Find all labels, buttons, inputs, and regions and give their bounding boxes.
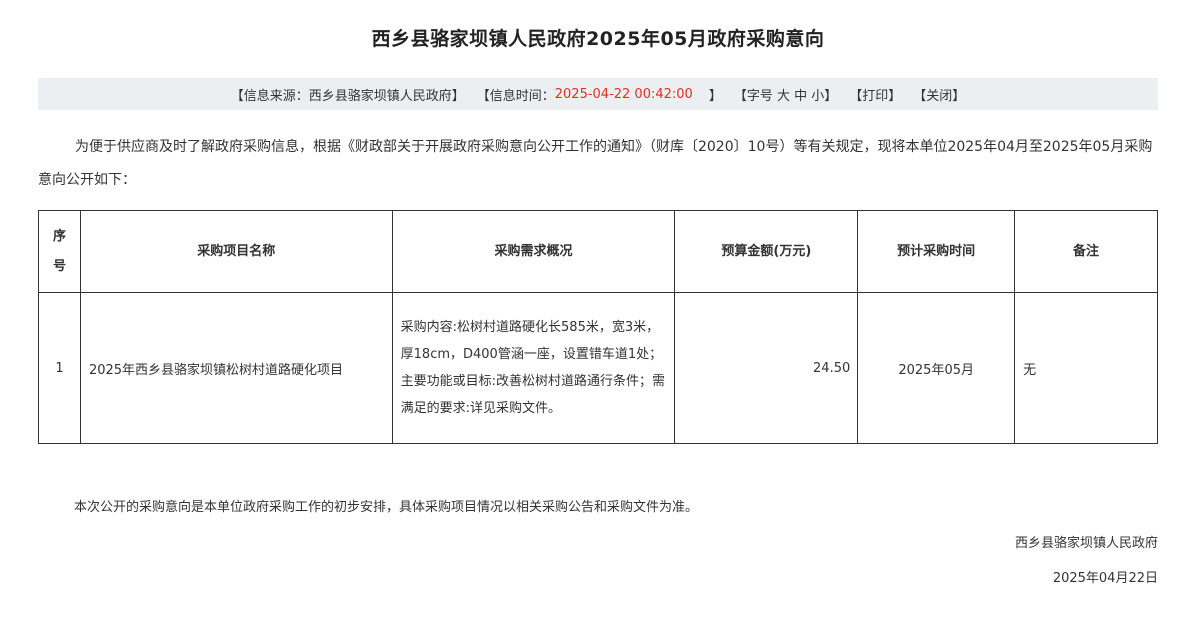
cell-note: 无 [1014, 292, 1158, 444]
info-bar: 【信息来源：西乡县骆家坝镇人民政府】 【信息时间： 2025-04-22 00:4… [38, 78, 1158, 110]
close-link[interactable]: 【关闭】 [913, 85, 965, 104]
font-size-control[interactable]: 【字号 大 中 小】 [734, 85, 837, 104]
intro-paragraph: 为便于供应商及时了解政府采购信息，根据《财政部关于开展政府采购意向公开工作的通知… [38, 139, 1153, 188]
header-no-text: 序号 [52, 228, 66, 274]
cell-desc: 采购内容:松树村道路硬化长585米，宽3米，厚18cm，D400管涵一座，设置错… [391, 292, 676, 444]
info-source: 【信息来源：西乡县骆家坝镇人民政府】 [230, 88, 465, 104]
table-row: 1 2025年西乡县骆家坝镇松树村道路硬化项目 采购内容:松树村道路硬化长585… [38, 292, 1158, 444]
header-time: 预计采购时间 [857, 210, 1016, 293]
publish-date: 2025年04月22日 [1052, 571, 1158, 586]
header-desc: 采购需求概况 [391, 210, 676, 293]
header-no: 序号 [38, 210, 81, 293]
info-time-prefix: 【信息时间： [476, 88, 555, 104]
info-time-suffix: 】 [708, 88, 722, 104]
cell-name: 2025年西乡县骆家坝镇松树村道路硬化项目 [79, 292, 393, 444]
header-name: 采购项目名称 [79, 210, 393, 293]
header-amount: 预算金额(万元) [674, 210, 859, 293]
cell-time: 2025年05月 [857, 292, 1016, 444]
cell-amount: 24.50 [674, 292, 859, 444]
header-note: 备注 [1014, 210, 1158, 293]
info-time-value: 2025-04-22 00:42:00 [554, 86, 693, 102]
table-header-row: 序号 采购项目名称 采购需求概况 预算金额(万元) 预计采购时间 备注 [38, 210, 1158, 293]
cell-no: 1 [38, 292, 81, 444]
print-link[interactable]: 【打印】 [849, 85, 901, 104]
page-title: 西乡县骆家坝镇人民政府2025年05月政府采购意向 [371, 28, 825, 50]
signature: 西乡县骆家坝镇人民政府 [1014, 536, 1158, 551]
footer-note: 本次公开的采购意向是本单位政府采购工作的初步安排，具体采购项目情况以相关采购公告… [74, 500, 699, 515]
procurement-table: 序号 采购项目名称 采购需求概况 预算金额(万元) 预计采购时间 备注 1 20… [38, 210, 1158, 444]
